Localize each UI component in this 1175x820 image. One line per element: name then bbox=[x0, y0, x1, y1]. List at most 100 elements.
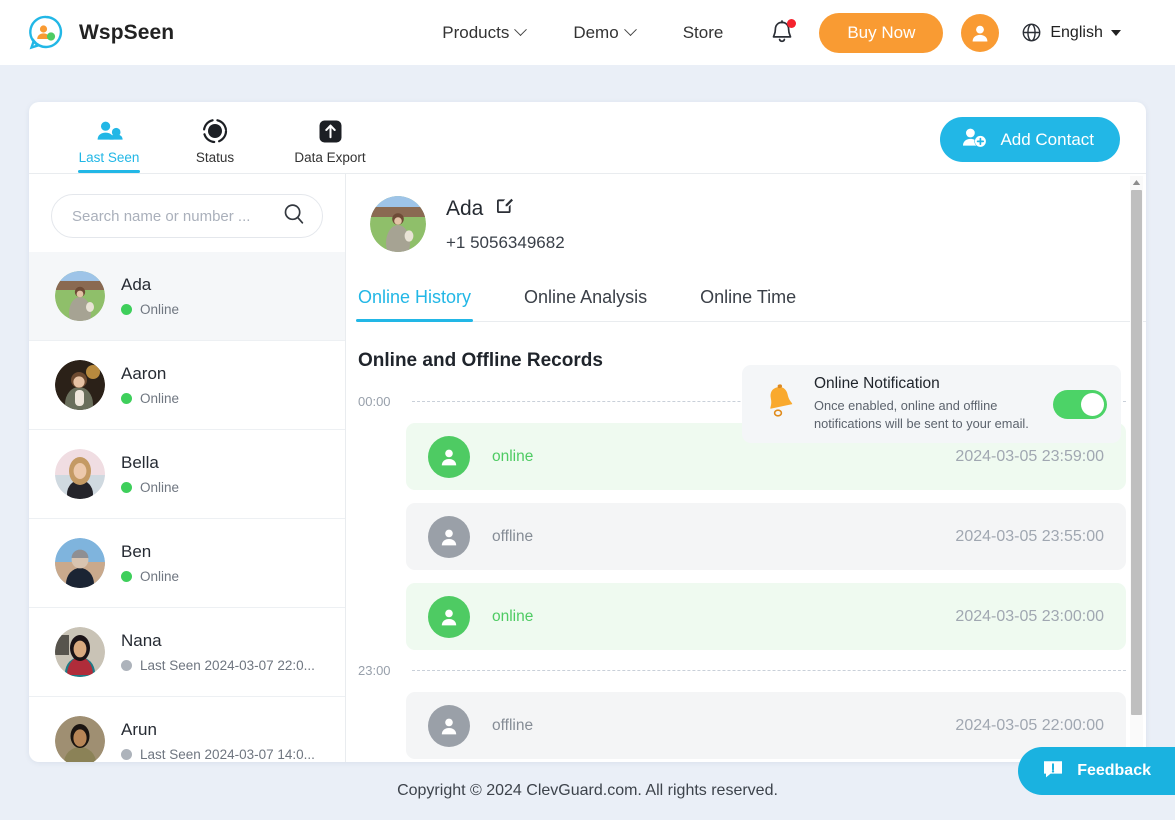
language-selector[interactable]: English bbox=[1021, 22, 1121, 43]
avatar bbox=[370, 196, 426, 252]
status-ring-icon bbox=[202, 118, 228, 144]
online-offline-timeline: 00:00 online 2024-03-05 23:59:00 offline… bbox=[358, 394, 1146, 759]
detail-scrollbar[interactable] bbox=[1130, 176, 1143, 760]
avatar bbox=[55, 271, 105, 321]
edit-pencil-icon[interactable] bbox=[495, 196, 514, 221]
footer: Copyright © 2024 ClevGuard.com. All righ… bbox=[0, 762, 1175, 820]
feedback-label: Feedback bbox=[1077, 762, 1151, 779]
search-icon[interactable] bbox=[282, 202, 306, 231]
contact-status-text: Online bbox=[140, 302, 180, 317]
contact-meta: Arun Last Seen 2024-03-07 14:0... bbox=[121, 720, 315, 762]
online-notification-panel: Online Notification Once enabled, online… bbox=[742, 365, 1121, 443]
notification-subtitle: Once enabled, online and offline notific… bbox=[814, 397, 1029, 431]
top-navigation-bar: WspSeen Products Demo Store Buy Now Engl… bbox=[0, 0, 1175, 65]
timeline-dashed-line bbox=[412, 670, 1126, 671]
scrollbar-thumb[interactable] bbox=[1131, 190, 1142, 715]
offline-user-icon bbox=[428, 515, 470, 558]
avatar bbox=[55, 449, 105, 499]
contact-detail-pane: Ada +1 5056349682 Online Notification On… bbox=[346, 174, 1146, 762]
avatar bbox=[55, 538, 105, 588]
contact-name: Arun bbox=[121, 720, 157, 739]
subtab-online-analysis[interactable]: Online Analysis bbox=[524, 287, 647, 321]
avatar bbox=[55, 716, 105, 762]
subtab-online-time[interactable]: Online Time bbox=[700, 287, 796, 321]
tab-data-export-label: Data Export bbox=[294, 150, 366, 165]
search-box[interactable] bbox=[51, 194, 323, 238]
online-user-icon bbox=[428, 435, 470, 478]
contact-meta: Bella Online bbox=[121, 453, 179, 495]
card-body: Ada Online bbox=[29, 174, 1146, 762]
orange-bell-icon bbox=[762, 382, 798, 427]
nav-link-demo[interactable]: Demo bbox=[573, 22, 637, 43]
contact-status-text: Online bbox=[140, 480, 180, 495]
status-dot-offline-icon bbox=[121, 660, 132, 671]
brand[interactable]: WspSeen bbox=[27, 14, 174, 52]
card-header: Last Seen Status Data Export Add Contact bbox=[29, 102, 1146, 174]
record-state-label: online bbox=[492, 447, 534, 465]
notification-bell-button[interactable] bbox=[765, 16, 799, 50]
contact-list-item-bella[interactable]: Bella Online bbox=[29, 430, 345, 519]
feedback-button[interactable]: Feedback bbox=[1018, 747, 1175, 795]
contact-name: Ben bbox=[121, 542, 152, 561]
wspseen-logo-icon bbox=[27, 14, 65, 52]
contact-list-item-ben[interactable]: Ben Online bbox=[29, 519, 345, 608]
tab-status-label: Status bbox=[195, 150, 235, 165]
status-dot-online-icon bbox=[121, 482, 132, 493]
chevron-down-icon bbox=[514, 23, 528, 37]
record-row[interactable]: offline 2024-03-05 22:00:00 bbox=[406, 692, 1126, 759]
record-timestamp: 2024-03-05 23:59:00 bbox=[955, 447, 1104, 465]
scroll-up-arrow-icon[interactable] bbox=[1130, 176, 1143, 189]
nav-link-store[interactable]: Store bbox=[683, 23, 724, 43]
tab-status[interactable]: Status bbox=[179, 118, 251, 173]
nav-right-actions: Buy Now English bbox=[765, 12, 1121, 53]
account-avatar-button[interactable] bbox=[961, 13, 1000, 52]
caret-down-icon bbox=[1110, 29, 1121, 36]
nav-link-demo-label: Demo bbox=[573, 22, 619, 42]
record-state-label: offline bbox=[492, 527, 534, 545]
status-dot-online-icon bbox=[121, 304, 132, 315]
contact-status: Online bbox=[121, 569, 179, 584]
tab-last-seen[interactable]: Last Seen bbox=[73, 118, 145, 173]
people-icon bbox=[96, 118, 123, 144]
contact-detail-header: Ada +1 5056349682 bbox=[346, 174, 1146, 253]
status-dot-offline-icon bbox=[121, 749, 132, 760]
chevron-down-icon bbox=[623, 23, 637, 37]
contact-list-item-ada[interactable]: Ada Online bbox=[29, 252, 345, 341]
avatar bbox=[55, 360, 105, 410]
online-notification-toggle[interactable] bbox=[1053, 389, 1107, 419]
contact-status: Online bbox=[121, 391, 179, 406]
search-input[interactable] bbox=[72, 207, 282, 225]
timeline-marker-time: 23:00 bbox=[358, 663, 391, 678]
record-state-label: online bbox=[492, 607, 534, 625]
tab-data-export[interactable]: Data Export bbox=[285, 118, 375, 173]
brand-name: WspSeen bbox=[79, 20, 175, 44]
contact-list-item-arun[interactable]: Arun Last Seen 2024-03-07 14:0... bbox=[29, 697, 345, 762]
copyright-text: Copyright © 2024 ClevGuard.com. All righ… bbox=[397, 782, 778, 799]
detail-scroll-content: Ada +1 5056349682 Online Notification On… bbox=[346, 174, 1146, 762]
nav-link-store-label: Store bbox=[682, 22, 724, 42]
contacts-sidebar: Ada Online bbox=[29, 174, 346, 762]
timeline-marker-time: 00:00 bbox=[358, 394, 391, 409]
contact-status: Online bbox=[121, 480, 179, 495]
contact-status-text: Last Seen 2024-03-07 14:0... bbox=[140, 747, 315, 762]
contact-status: Last Seen 2024-03-07 14:0... bbox=[121, 747, 315, 762]
record-timestamp: 2024-03-05 22:00:00 bbox=[955, 716, 1104, 734]
contact-name: Bella bbox=[121, 453, 159, 472]
subtab-online-history[interactable]: Online History bbox=[355, 287, 474, 322]
record-row[interactable]: offline 2024-03-05 23:55:00 bbox=[406, 503, 1126, 570]
contact-list-item-aaron[interactable]: Aaron Online bbox=[29, 341, 345, 430]
globe-icon bbox=[1022, 23, 1041, 42]
contact-detail-name-row: Ada bbox=[446, 196, 565, 221]
contact-detail-name: Ada bbox=[446, 196, 484, 220]
timeline-marker: 23:00 bbox=[358, 663, 1126, 678]
contact-status-text: Online bbox=[140, 569, 180, 584]
tab-last-seen-label: Last Seen bbox=[78, 150, 140, 165]
contact-status: Online bbox=[121, 302, 179, 317]
contact-list-item-nana[interactable]: Nana Last Seen 2024-03-07 22:0... bbox=[29, 608, 345, 697]
main-tabs: Last Seen Status Data Export bbox=[73, 102, 375, 173]
nav-link-products[interactable]: Products bbox=[442, 23, 528, 43]
record-row[interactable]: online 2024-03-05 23:00:00 bbox=[406, 583, 1126, 650]
buy-now-button[interactable]: Buy Now bbox=[819, 12, 944, 53]
add-contact-button[interactable]: Add Contact bbox=[940, 117, 1120, 162]
contact-name: Nana bbox=[121, 631, 162, 650]
